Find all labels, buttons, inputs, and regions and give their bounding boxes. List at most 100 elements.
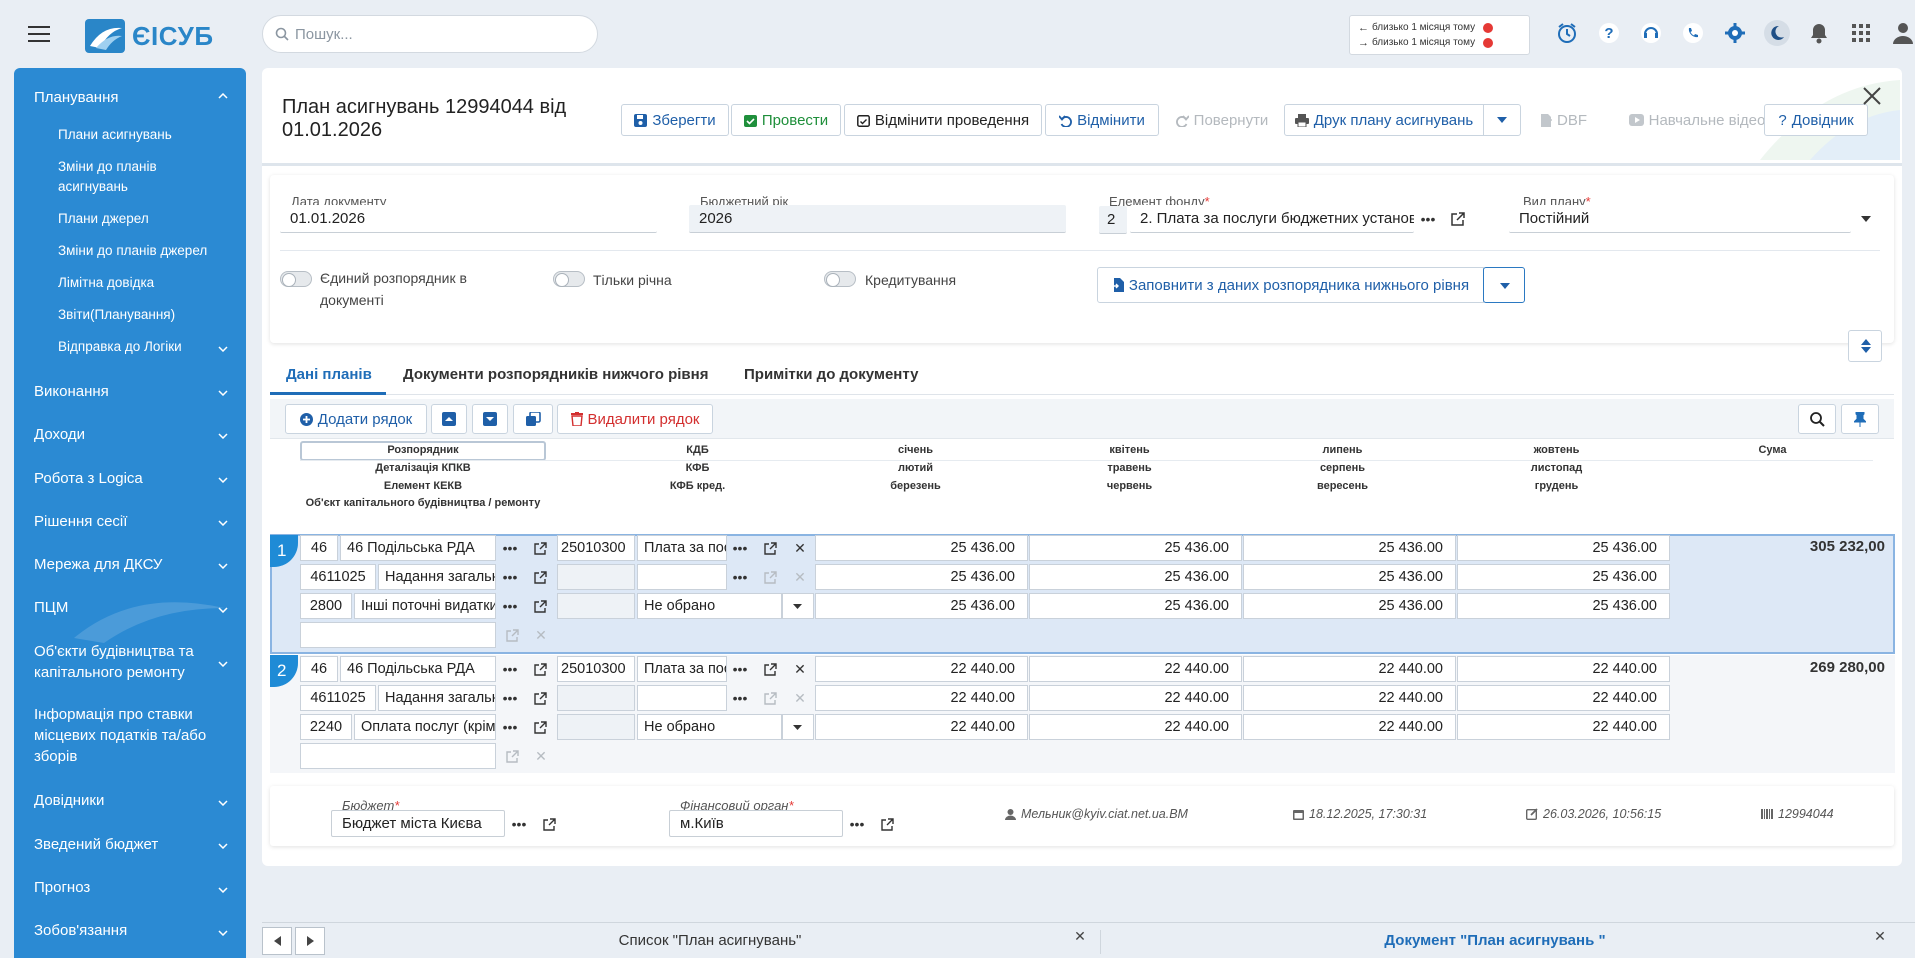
external-link-icon[interactable] bbox=[531, 660, 549, 678]
tab-plan-data[interactable]: Дані планів bbox=[286, 366, 372, 383]
col-header-object[interactable]: Об'єкт капітального будівництва / ремонт… bbox=[300, 495, 546, 512]
dbf-button[interactable]: DBF bbox=[1532, 104, 1596, 136]
settings-icon[interactable] bbox=[1714, 22, 1756, 44]
external-link-icon[interactable] bbox=[531, 718, 549, 736]
more-icon[interactable]: ••• bbox=[731, 660, 749, 678]
more-icon[interactable]: ••• bbox=[731, 568, 749, 586]
plan-type-select[interactable]: Постійний bbox=[1509, 205, 1851, 233]
value-sep[interactable]: 25 436.00 bbox=[1243, 593, 1456, 619]
sidebar-subitem-limit[interactable]: Лімітна довідка bbox=[58, 273, 208, 293]
value-feb[interactable]: 22 440.00 bbox=[815, 685, 1028, 711]
kpkv-name[interactable]: Надання загальної середньої освіти bbox=[378, 685, 496, 711]
value-oct[interactable]: 25 436.00 bbox=[1457, 535, 1670, 561]
return-button[interactable]: Повернути bbox=[1165, 104, 1279, 136]
value-nov[interactable]: 22 440.00 bbox=[1457, 685, 1670, 711]
tab-lower-docs[interactable]: Документи розпорядників нижчого рівня bbox=[403, 366, 708, 383]
kfb-cred-code[interactable] bbox=[557, 714, 635, 740]
chevron-down-icon[interactable] bbox=[218, 390, 228, 396]
external-link-icon[interactable] bbox=[503, 626, 521, 644]
col-header-jan[interactable]: січень bbox=[823, 441, 1008, 459]
single-manager-toggle[interactable] bbox=[280, 271, 312, 287]
sidebar-subitem-logica-send[interactable]: Відправка до Логіки bbox=[58, 337, 208, 357]
menu-icon[interactable] bbox=[28, 26, 50, 42]
sidebar-item-planning[interactable]: Планування bbox=[34, 87, 224, 108]
clear-icon[interactable]: ✕ bbox=[791, 660, 809, 678]
col-header-nov[interactable]: листопад bbox=[1454, 459, 1659, 477]
help-button[interactable]: ? Довідник bbox=[1764, 104, 1868, 136]
chevron-down-icon[interactable] bbox=[218, 843, 228, 849]
more-icon[interactable]: ••• bbox=[731, 539, 749, 557]
col-header-may[interactable]: травень bbox=[1028, 459, 1231, 477]
external-link-icon[interactable] bbox=[531, 597, 549, 615]
object-field[interactable] bbox=[300, 743, 496, 769]
move-down-button[interactable] bbox=[472, 404, 508, 434]
col-header-kfb[interactable]: КФБ bbox=[575, 459, 820, 477]
save-button[interactable]: Зберегти bbox=[621, 104, 729, 136]
sidebar-item-consolidated[interactable]: Зведений бюджет bbox=[34, 834, 224, 855]
alarm-icon[interactable] bbox=[1546, 22, 1588, 44]
clear-icon[interactable]: ✕ bbox=[532, 626, 550, 644]
manager-name[interactable]: 46 Подільська РДА bbox=[340, 535, 496, 561]
chevron-down-icon[interactable] bbox=[218, 930, 228, 936]
value-jan[interactable]: 22 440.00 bbox=[815, 656, 1028, 682]
value-sep[interactable]: 22 440.00 bbox=[1243, 714, 1456, 740]
value-apr[interactable]: 22 440.00 bbox=[1029, 656, 1242, 682]
unpost-button[interactable]: Відмінити проведення bbox=[844, 104, 1042, 136]
kfb-code[interactable] bbox=[557, 564, 635, 590]
col-header-kpkv[interactable]: Деталізація КПКВ bbox=[300, 459, 546, 477]
chevron-up-icon[interactable] bbox=[218, 93, 228, 99]
sidebar-item-obligations[interactable]: Зобов'язання bbox=[34, 920, 224, 941]
object-field[interactable] bbox=[300, 622, 496, 648]
post-button[interactable]: Провести bbox=[731, 104, 841, 136]
kfb-cred-dropdown[interactable] bbox=[782, 714, 814, 740]
chevron-down-icon[interactable] bbox=[218, 520, 228, 526]
fin-organ-field[interactable]: м.Київ bbox=[669, 810, 843, 837]
kdb-code[interactable]: 25010300 bbox=[557, 656, 635, 682]
col-header-jul[interactable]: липень bbox=[1241, 441, 1444, 459]
external-link-icon[interactable] bbox=[1449, 210, 1467, 228]
value-jan[interactable]: 25 436.00 bbox=[815, 535, 1028, 561]
move-up-button[interactable] bbox=[431, 404, 467, 434]
kfb-cred-dropdown[interactable] bbox=[782, 593, 814, 619]
col-header-kfb-cred[interactable]: КФБ кред. bbox=[575, 477, 820, 495]
kfb-name[interactable] bbox=[637, 564, 727, 590]
chevron-down-icon[interactable] bbox=[218, 661, 228, 667]
value-mar[interactable]: 25 436.00 bbox=[815, 593, 1028, 619]
value-aug[interactable]: 22 440.00 bbox=[1243, 685, 1456, 711]
kdb-name[interactable]: Плата за послуги bbox=[637, 656, 727, 682]
more-icon[interactable]: ••• bbox=[501, 689, 519, 707]
dark-mode-icon[interactable] bbox=[1756, 20, 1798, 46]
sidebar-item-tax-rates[interactable]: Інформація про ставки місцевих податків … bbox=[34, 704, 219, 767]
external-link-icon[interactable] bbox=[531, 568, 549, 586]
manager-code[interactable]: 46 bbox=[300, 535, 338, 561]
fill-dropdown-button[interactable] bbox=[1483, 267, 1525, 303]
app-logo[interactable]: ЄІСУБ bbox=[84, 18, 214, 54]
value-may[interactable]: 25 436.00 bbox=[1029, 564, 1242, 590]
kpkv-code[interactable]: 4611025 bbox=[300, 564, 376, 590]
sidebar-item-network[interactable]: Мережа для ДКСУ bbox=[34, 554, 224, 575]
more-icon[interactable]: ••• bbox=[501, 539, 519, 557]
fund-value-field[interactable]: 2. Плата за послуги бюджетних установ bbox=[1130, 205, 1414, 233]
pin-button[interactable] bbox=[1841, 404, 1879, 434]
value-feb[interactable]: 25 436.00 bbox=[815, 564, 1028, 590]
sidebar-item-directories[interactable]: Довідники bbox=[34, 790, 224, 811]
add-row-button[interactable]: Додати рядок bbox=[285, 404, 427, 434]
external-link-icon[interactable] bbox=[503, 747, 521, 765]
more-icon[interactable]: ••• bbox=[1419, 210, 1437, 228]
phone-icon[interactable] bbox=[1672, 22, 1714, 44]
col-header-feb[interactable]: лютий bbox=[823, 459, 1008, 477]
more-icon[interactable]: ••• bbox=[848, 815, 866, 833]
sidebar-item-logica[interactable]: Робота з Logica bbox=[34, 468, 224, 489]
crediting-toggle[interactable] bbox=[824, 271, 856, 287]
col-header-kdb[interactable]: КДБ bbox=[575, 441, 820, 459]
support-icon[interactable] bbox=[1630, 22, 1672, 44]
sidebar-subitem-reports[interactable]: Звіти(Планування) bbox=[58, 305, 208, 325]
kfb-cred-code[interactable] bbox=[557, 593, 635, 619]
value-nov[interactable]: 25 436.00 bbox=[1457, 564, 1670, 590]
more-icon[interactable]: ••• bbox=[501, 597, 519, 615]
manager-code[interactable]: 46 bbox=[300, 656, 338, 682]
more-icon[interactable]: ••• bbox=[501, 660, 519, 678]
value-dec[interactable]: 22 440.00 bbox=[1457, 714, 1670, 740]
col-header-sep[interactable]: вересень bbox=[1241, 477, 1444, 495]
col-header-kekv[interactable]: Елемент КЕКВ bbox=[300, 477, 546, 495]
